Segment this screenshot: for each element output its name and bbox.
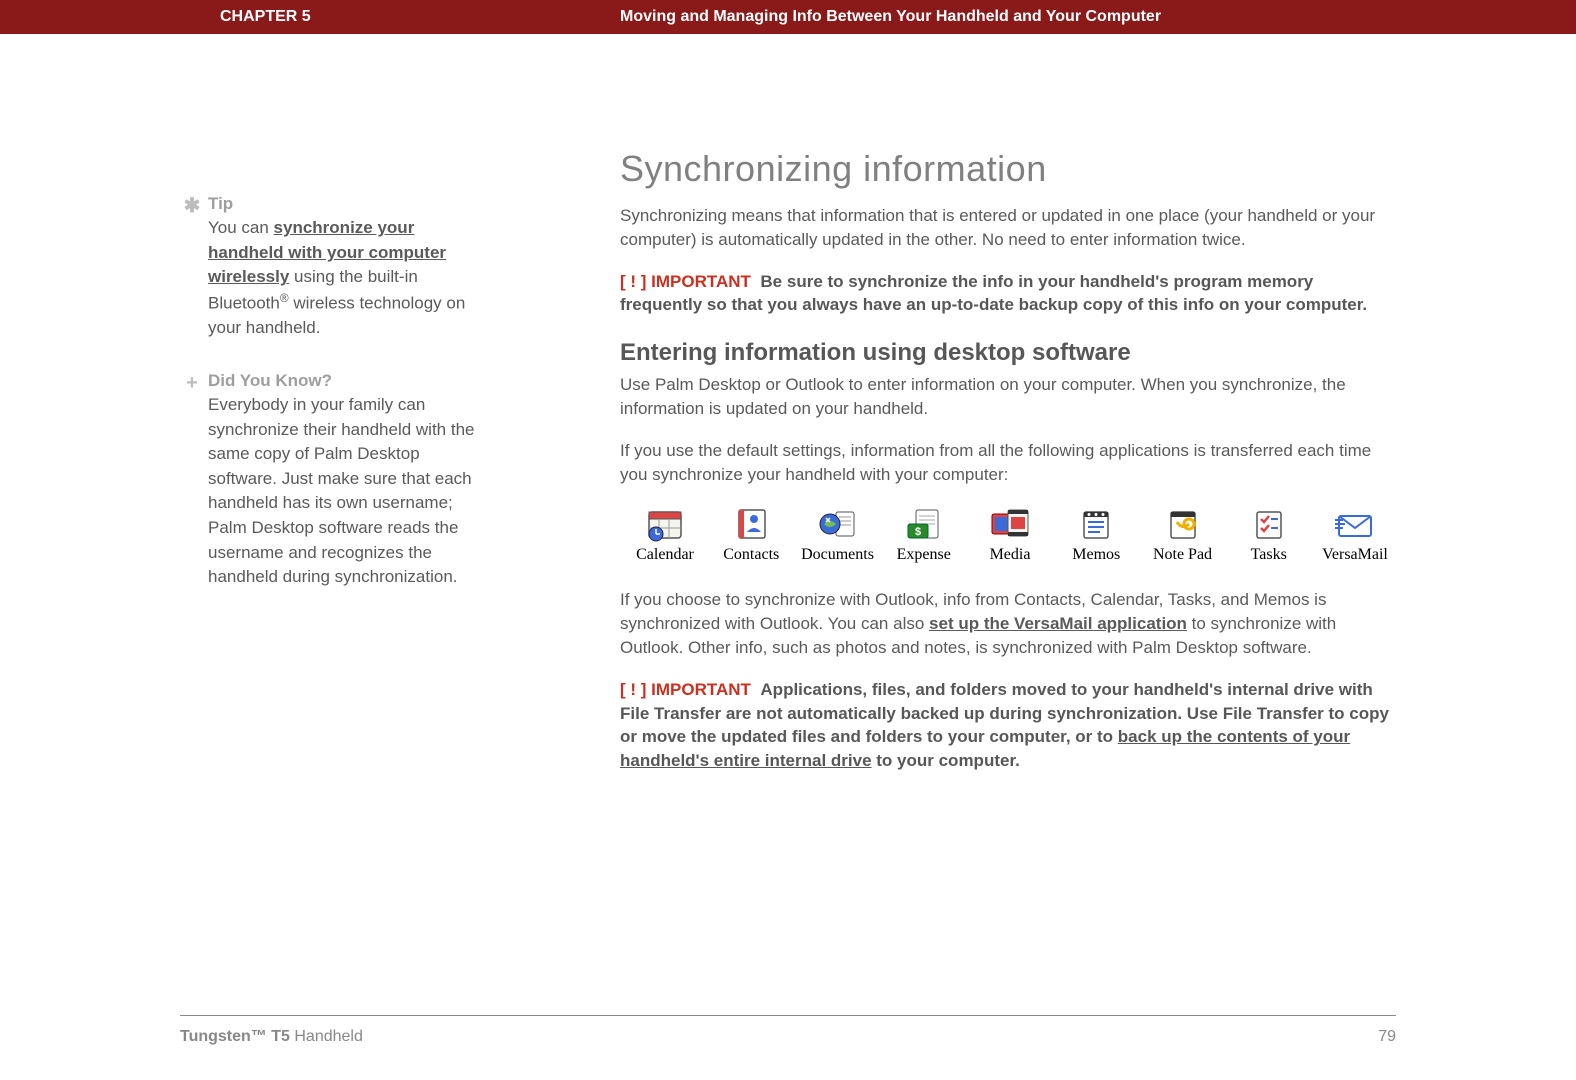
app-expense: $ Expense xyxy=(883,504,965,564)
app-label: Memos xyxy=(1072,546,1120,564)
versamail-icon xyxy=(1333,504,1377,544)
section-heading: Entering information using desktop softw… xyxy=(620,339,1400,367)
footer-rule xyxy=(180,1015,1396,1016)
app-label: Calendar xyxy=(636,546,694,564)
tasks-icon xyxy=(1247,504,1291,544)
app-label: Expense xyxy=(897,546,951,564)
plus-icon: + xyxy=(180,373,204,393)
app-icon-row: Calendar Contacts xyxy=(620,504,1400,564)
dyk-heading: Did You Know? xyxy=(208,371,490,391)
page-title: Synchronizing information xyxy=(620,148,1400,190)
page-body: ✱ Tip You can synchronize your handheld … xyxy=(0,34,1576,1080)
chapter-title: Moving and Managing Info Between Your Ha… xyxy=(620,8,1161,26)
app-label: Tasks xyxy=(1251,546,1287,564)
app-tasks: Tasks xyxy=(1228,504,1310,564)
notepad-icon xyxy=(1161,504,1205,544)
svg-text:$: $ xyxy=(915,526,921,538)
page-number: 79 xyxy=(1378,1028,1396,1046)
app-label: Note Pad xyxy=(1153,546,1212,564)
intro-paragraph: Synchronizing means that information tha… xyxy=(620,204,1400,252)
header-bar: CHAPTER 5 Moving and Managing Info Betwe… xyxy=(0,0,1576,34)
app-versamail: VersaMail xyxy=(1314,504,1396,564)
media-icon xyxy=(988,504,1032,544)
tip-block: ✱ Tip You can synchronize your handheld … xyxy=(180,194,490,341)
app-documents: Documents xyxy=(797,504,879,564)
versamail-link[interactable]: set up the VersaMail application xyxy=(929,614,1187,633)
app-calendar: Calendar xyxy=(624,504,706,564)
main-content: Synchronizing information Synchronizing … xyxy=(620,148,1400,795)
chapter-label: CHAPTER 5 xyxy=(220,8,311,26)
documents-icon xyxy=(816,504,860,544)
dyk-text: Everybody in your family can synchronize… xyxy=(208,393,490,590)
app-label: VersaMail xyxy=(1322,546,1388,564)
app-label: Contacts xyxy=(723,546,779,564)
paragraph-4: If you choose to synchronize with Outloo… xyxy=(620,588,1400,659)
app-notepad: Note Pad xyxy=(1142,504,1224,564)
did-you-know-block: + Did You Know? Everybody in your family… xyxy=(180,371,490,590)
contacts-icon xyxy=(729,504,773,544)
asterisk-icon: ✱ xyxy=(180,196,204,216)
app-media: Media xyxy=(969,504,1051,564)
sidebar: ✱ Tip You can synchronize your handheld … xyxy=(180,194,490,620)
paragraph-2: Use Palm Desktop or Outlook to enter inf… xyxy=(620,373,1400,421)
memos-icon xyxy=(1074,504,1118,544)
app-label: Media xyxy=(990,546,1031,564)
tip-heading: Tip xyxy=(208,194,490,214)
footer-product: Tungsten™ T5 Handheld xyxy=(180,1028,363,1046)
important-note-2: [ ! ] IMPORTANT Applications, files, and… xyxy=(620,678,1400,773)
tip-text: You can synchronize your handheld with y… xyxy=(208,216,490,341)
calendar-icon xyxy=(643,504,687,544)
app-memos: Memos xyxy=(1055,504,1137,564)
paragraph-3: If you use the default settings, informa… xyxy=(620,439,1400,487)
expense-icon: $ xyxy=(902,504,946,544)
app-label: Documents xyxy=(801,546,874,564)
important-note-1: [ ! ] IMPORTANT Be sure to synchronize t… xyxy=(620,270,1400,318)
app-contacts: Contacts xyxy=(710,504,792,564)
